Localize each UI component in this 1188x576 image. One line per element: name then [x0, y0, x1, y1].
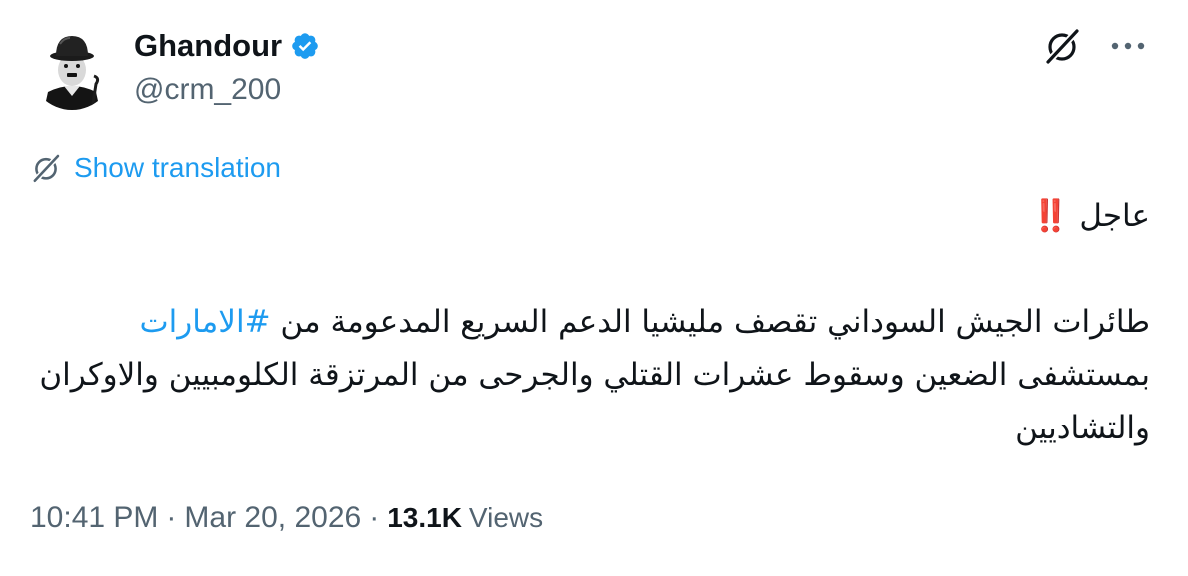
more-horizontal-icon: [1111, 42, 1145, 50]
meta-separator: ·: [166, 501, 177, 534]
tweet-card: Ghandour @crm_200 Show translation عاجل …: [0, 0, 1188, 576]
grok-button[interactable]: [1042, 26, 1082, 66]
avatar[interactable]: [30, 26, 114, 110]
tweet-header-actions: [1042, 26, 1148, 66]
tweet-time[interactable]: 10:41 PM: [30, 496, 158, 540]
tweet-text-line-urgent: عاجل ‼️: [30, 190, 1150, 243]
hashtag-link[interactable]: #الامارات: [139, 304, 270, 340]
verified-badge-icon[interactable]: [290, 31, 320, 61]
urgent-label: عاجل: [1079, 198, 1150, 234]
views-count[interactable]: 13.1K: [387, 496, 462, 540]
show-translation-row[interactable]: Show translation: [30, 150, 281, 186]
author-handle[interactable]: @crm_200: [134, 72, 281, 108]
double-exclamation-emoji: ‼️: [1030, 198, 1074, 234]
views-label: Views: [468, 502, 544, 533]
tweet-text-end: بمستشفى الضعين وسقوط عشرات القتلي والجرح…: [39, 357, 1150, 446]
tweet-date[interactable]: Mar 20, 2026: [184, 496, 361, 540]
grok-slash-icon: [1045, 28, 1080, 65]
grok-slash-icon: [32, 154, 61, 183]
author-display-name[interactable]: Ghandour: [134, 26, 282, 66]
tweet-text-start: طائرات الجيش السوداني تقصف مليشيا الدعم …: [270, 304, 1150, 340]
tweet-text: عاجل ‼️ طائرات الجيش السوداني تقصف مليشي…: [30, 190, 1150, 455]
show-translation-link[interactable]: Show translation: [74, 150, 281, 186]
meta-separator: ·: [369, 501, 380, 534]
author-name-row: Ghandour: [134, 26, 320, 66]
tweet-text-paragraph: طائرات الجيش السوداني تقصف مليشيا الدعم …: [30, 296, 1150, 455]
more-button[interactable]: [1108, 26, 1148, 66]
charlie-chaplin-avatar-icon: [30, 26, 114, 110]
tweet-meta: 10:41 PM · Mar 20, 2026 · 13.1K Views: [30, 496, 543, 540]
